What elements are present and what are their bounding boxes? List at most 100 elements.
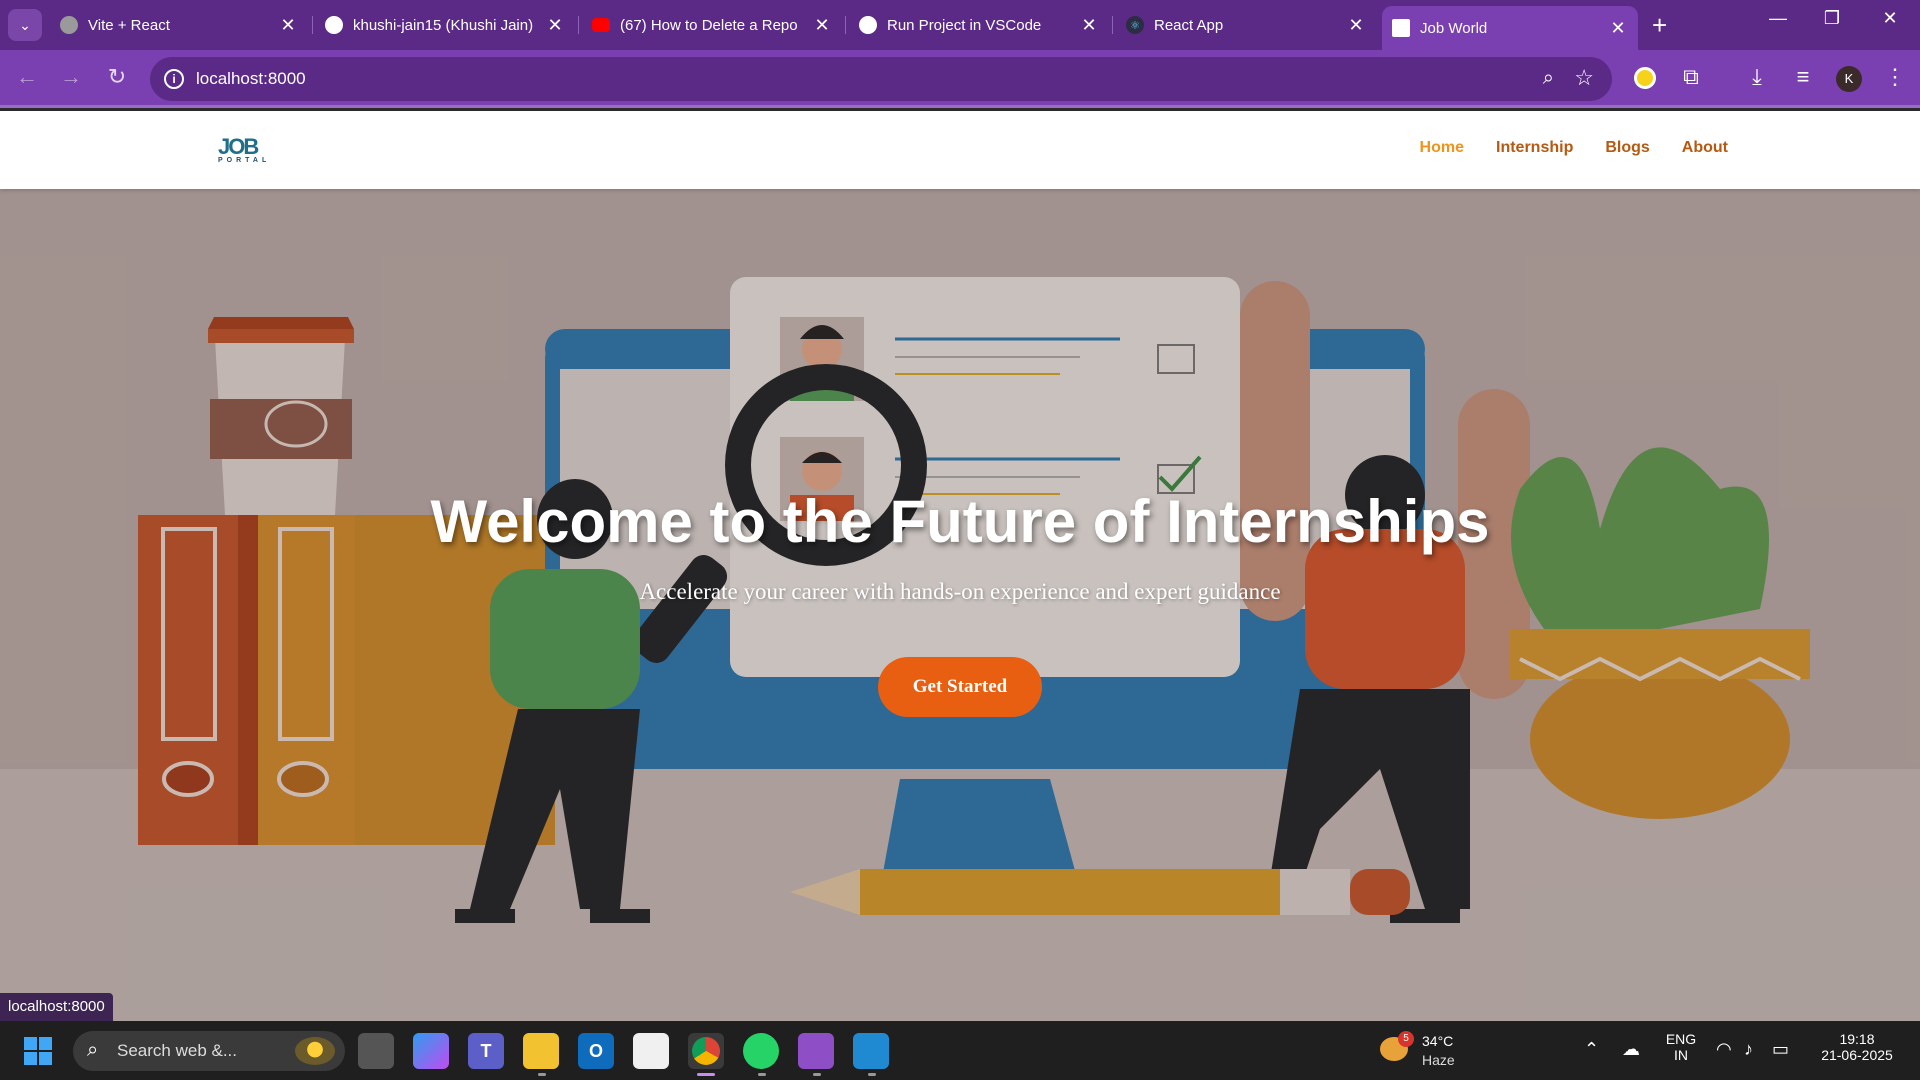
clock-date: 21-06-2025 — [1821, 1047, 1893, 1063]
get-started-button[interactable]: Get Started — [878, 657, 1042, 717]
browser-tab[interactable]: Vite + React ✕ — [60, 8, 298, 42]
browser-tab[interactable]: Run Project in VSCode ✕ — [859, 8, 1099, 42]
close-icon[interactable]: ✕ — [545, 15, 565, 36]
youtube-icon — [592, 18, 610, 32]
tab-title: khushi-jain15 (Khushi Jain) — [353, 16, 534, 34]
download-icon[interactable]: ⤓ — [1742, 64, 1772, 90]
link-status-bubble: localhost:8000 — [0, 993, 113, 1021]
tab-title: (67) How to Delete a Repo — [620, 16, 798, 34]
windows-taskbar: ⌕ Search web &... T O 5 34°C Haze ⌃ ☁ EN… — [0, 1021, 1920, 1080]
copilot-icon[interactable] — [413, 1033, 449, 1069]
search-icon: ⌕ — [87, 1039, 99, 1061]
browser-tab-bar: ⌄ Vite + React ✕ khushi-jain15 (Khushi J… — [0, 0, 1920, 50]
bookmark-star-icon[interactable]: ☆ — [1574, 65, 1594, 91]
weather-condition: Haze — [1422, 1052, 1455, 1068]
close-icon[interactable]: ✕ — [1608, 18, 1628, 39]
running-indicator — [868, 1073, 876, 1076]
forward-arrow-icon[interactable]: → — [56, 64, 86, 90]
job-favicon-icon — [1392, 19, 1410, 37]
react-icon: ⚛ — [1126, 16, 1144, 34]
search-highlight-icon — [295, 1037, 335, 1065]
reload-icon[interactable]: ↻ — [102, 64, 132, 90]
running-indicator — [758, 1073, 766, 1076]
browser-toolbar: ← → ↻ i localhost:8000 ⌕ ☆ ⧉ ⤓ ≡ ⋮ — [0, 50, 1920, 108]
hero-section: Welcome to the Future of Internships Acc… — [0, 189, 1920, 1021]
site-navbar: JOB PORTAL Home Internship Blogs About — [0, 111, 1920, 189]
language-code: ENG — [1665, 1031, 1697, 1047]
close-icon[interactable]: ✕ — [278, 15, 298, 36]
windows-start-icon[interactable] — [24, 1037, 52, 1065]
tab-divider — [312, 16, 313, 34]
file-explorer-icon[interactable] — [523, 1033, 559, 1069]
nav-link-about[interactable]: About — [1682, 139, 1728, 157]
running-indicator — [813, 1073, 821, 1076]
browser-tab[interactable]: (67) How to Delete a Repo ✕ — [592, 8, 832, 42]
web-page-viewport: JOB PORTAL Home Internship Blogs About W… — [0, 111, 1920, 1021]
browser-tab[interactable]: khushi-jain15 (Khushi Jain) ✕ — [325, 8, 565, 42]
address-bar[interactable]: i localhost:8000 ⌕ ☆ — [150, 57, 1612, 101]
url-text[interactable]: localhost:8000 — [196, 69, 306, 89]
extensions-puzzle-icon[interactable]: ⧉ — [1676, 64, 1706, 90]
hero-illustration — [0, 189, 1920, 1021]
store-icon[interactable] — [633, 1033, 669, 1069]
app-icon[interactable] — [798, 1033, 834, 1069]
wifi-icon[interactable]: ◠ — [1716, 1039, 1732, 1060]
tab-title: Vite + React — [88, 16, 170, 34]
browser-tab-active[interactable]: Job World ✕ — [1382, 6, 1638, 50]
tab-divider — [845, 16, 846, 34]
tab-title: React App — [1154, 16, 1224, 34]
running-indicator-active — [697, 1073, 715, 1076]
github-icon — [325, 16, 343, 34]
globe-icon — [60, 16, 78, 34]
tab-title: Run Project in VSCode — [887, 16, 1042, 34]
window-close-icon[interactable]: ✕ — [1868, 8, 1912, 29]
profile-avatar[interactable]: K — [1836, 66, 1862, 92]
region-code: IN — [1674, 1047, 1688, 1063]
close-icon[interactable]: ✕ — [1079, 15, 1099, 36]
task-view-icon[interactable] — [358, 1033, 394, 1069]
media-control-icon[interactable]: ≡ — [1788, 64, 1818, 90]
nav-link-home[interactable]: Home — [1420, 139, 1464, 157]
tab-search-button[interactable]: ⌄ — [8, 9, 42, 41]
zoom-icon[interactable]: ⌕ — [1543, 67, 1554, 90]
back-arrow-icon[interactable]: ← — [12, 64, 42, 90]
chevron-down-icon: ⌄ — [19, 16, 31, 33]
tab-divider — [1112, 16, 1113, 34]
nav-link-blogs[interactable]: Blogs — [1605, 139, 1649, 157]
running-indicator — [538, 1073, 546, 1076]
restore-icon[interactable]: ❐ — [1810, 8, 1854, 29]
hero-subtitle: Accelerate your career with hands-on exp… — [639, 579, 1281, 604]
vscode-icon[interactable] — [853, 1033, 889, 1069]
close-icon[interactable]: ✕ — [812, 15, 832, 36]
weather-badge: 5 — [1398, 1031, 1414, 1047]
chevron-up-icon[interactable]: ⌃ — [1584, 1039, 1599, 1060]
weather-temp: 34°C — [1422, 1033, 1454, 1049]
google-lens-icon[interactable] — [1634, 67, 1656, 89]
volume-icon[interactable]: ♪ — [1744, 1039, 1753, 1060]
clock[interactable]: 19:18 21-06-2025 — [1812, 1031, 1902, 1063]
taskbar-search[interactable]: ⌕ Search web &... — [73, 1031, 345, 1071]
tab-title: Job World — [1420, 19, 1488, 37]
logo-subtext: PORTAL — [218, 157, 271, 164]
site-logo[interactable]: JOB PORTAL — [218, 136, 271, 165]
new-tab-plus-icon[interactable]: + — [1652, 10, 1667, 40]
chrome-icon[interactable] — [688, 1033, 724, 1069]
battery-icon[interactable]: ▭ — [1772, 1039, 1789, 1060]
more-menu-icon[interactable]: ⋮ — [1880, 64, 1910, 90]
chatgpt-icon — [859, 16, 877, 34]
onedrive-cloud-icon[interactable]: ☁ — [1622, 1039, 1640, 1060]
tab-divider — [578, 16, 579, 34]
nav-link-internship[interactable]: Internship — [1496, 139, 1573, 157]
teams-icon[interactable]: T — [468, 1033, 504, 1069]
search-placeholder: Search web &... — [117, 1041, 238, 1060]
minimize-icon[interactable]: — — [1756, 8, 1800, 29]
whatsapp-icon[interactable] — [743, 1033, 779, 1069]
hero-title: Welcome to the Future of Internships — [430, 488, 1490, 555]
site-info-icon[interactable]: i — [164, 69, 184, 89]
outlook-icon[interactable]: O — [578, 1033, 614, 1069]
close-icon[interactable]: ✕ — [1346, 15, 1366, 36]
browser-tab[interactable]: ⚛ React App ✕ — [1126, 8, 1366, 42]
site-nav-links: Home Internship Blogs About — [1420, 139, 1728, 157]
language-indicator[interactable]: ENG IN — [1660, 1031, 1702, 1063]
clock-time: 19:18 — [1839, 1031, 1875, 1047]
